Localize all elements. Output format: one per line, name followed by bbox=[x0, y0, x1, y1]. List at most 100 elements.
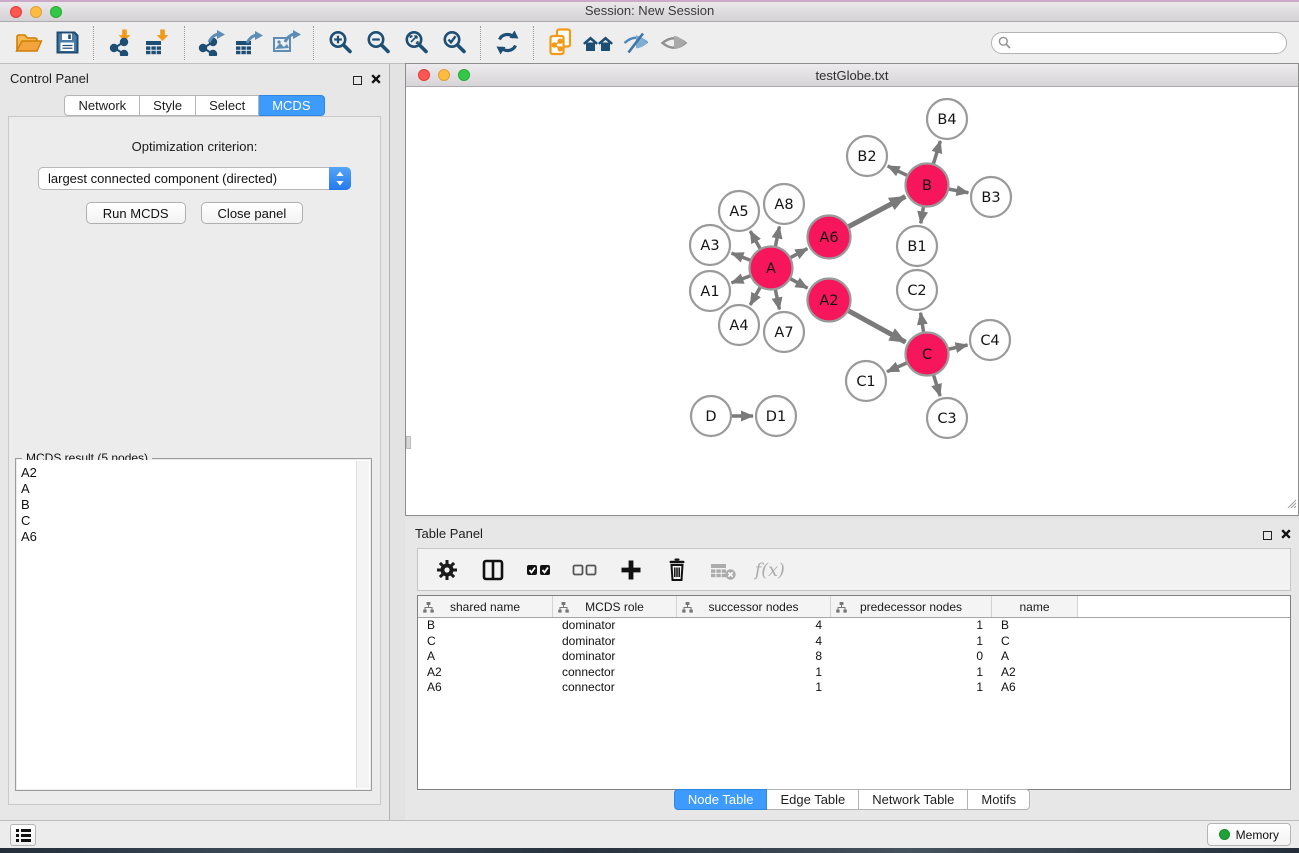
export-image-icon[interactable] bbox=[268, 25, 306, 61]
edge-C-C1[interactable] bbox=[887, 362, 909, 372]
close-panel-icon[interactable] bbox=[371, 71, 381, 89]
network-window-titlebar[interactable]: testGlobe.txt bbox=[406, 64, 1298, 87]
column-header-successor-nodes[interactable]: successor nodes bbox=[677, 596, 831, 617]
node-table[interactable]: shared nameMCDS rolesuccessor nodesprede… bbox=[417, 595, 1291, 790]
zoom-in-icon[interactable] bbox=[321, 25, 359, 61]
import-table-icon[interactable] bbox=[139, 25, 177, 61]
delete-column-icon[interactable] bbox=[662, 555, 692, 585]
node-B3[interactable]: B3 bbox=[971, 177, 1011, 217]
show-panels-icon[interactable] bbox=[655, 25, 693, 61]
resize-grip-icon[interactable] bbox=[1285, 496, 1297, 514]
node-C3[interactable]: C3 bbox=[927, 398, 967, 438]
cell-shared-name[interactable]: A bbox=[418, 649, 553, 665]
tab-mcds[interactable]: MCDS bbox=[259, 95, 324, 116]
tab-node-table[interactable]: Node Table bbox=[674, 789, 768, 810]
edge-C-C3[interactable] bbox=[933, 373, 940, 396]
edge-A-A6[interactable] bbox=[788, 249, 807, 259]
node-C1[interactable]: C1 bbox=[846, 361, 886, 401]
edge-B-B3[interactable] bbox=[946, 189, 968, 193]
select-all-columns-icon[interactable] bbox=[524, 555, 554, 585]
node-B1[interactable]: B1 bbox=[897, 226, 937, 266]
node-B4[interactable]: B4 bbox=[927, 99, 967, 139]
table-row[interactable]: A2connector11A2 bbox=[418, 665, 1290, 681]
edge-A-A3[interactable] bbox=[732, 253, 753, 261]
cell-MCDS-role[interactable]: connector bbox=[553, 665, 677, 681]
float-panel-icon[interactable] bbox=[353, 76, 362, 85]
memory-button[interactable]: Memory bbox=[1207, 823, 1291, 846]
node-C[interactable]: C bbox=[906, 333, 949, 376]
cell-predecessor-nodes[interactable]: 1 bbox=[831, 680, 992, 696]
cell-name[interactable]: A2 bbox=[992, 665, 1078, 681]
edge-A-A7[interactable] bbox=[775, 287, 780, 309]
run-mcds-button[interactable]: Run MCDS bbox=[86, 202, 186, 224]
cell-name[interactable]: B bbox=[992, 618, 1078, 634]
home-view-icon[interactable] bbox=[579, 25, 617, 61]
edge-C-C2[interactable] bbox=[921, 313, 924, 335]
cell-predecessor-nodes[interactable]: 1 bbox=[831, 665, 992, 681]
node-A8[interactable]: A8 bbox=[764, 184, 804, 224]
edge-A-A8[interactable] bbox=[775, 227, 780, 249]
node-C4[interactable]: C4 bbox=[970, 320, 1010, 360]
cell-successor-nodes[interactable]: 4 bbox=[677, 618, 831, 634]
node-A4[interactable]: A4 bbox=[719, 305, 759, 345]
import-network-icon[interactable] bbox=[101, 25, 139, 61]
hide-panels-icon[interactable] bbox=[617, 25, 655, 61]
cell-shared-name[interactable]: C bbox=[418, 634, 553, 650]
node-A2[interactable]: A2 bbox=[808, 279, 851, 322]
column-header-predecessor-nodes[interactable]: predecessor nodes bbox=[831, 596, 992, 617]
float-table-panel-icon[interactable] bbox=[1263, 531, 1272, 540]
node-A1[interactable]: A1 bbox=[690, 271, 730, 311]
edge-A2-C[interactable] bbox=[846, 309, 905, 342]
cell-successor-nodes[interactable]: 1 bbox=[677, 680, 831, 696]
task-history-button[interactable] bbox=[10, 824, 36, 846]
mcds-result-item[interactable]: A6 bbox=[21, 529, 370, 545]
cell-predecessor-nodes[interactable]: 1 bbox=[831, 618, 992, 634]
cell-predecessor-nodes[interactable]: 0 bbox=[831, 649, 992, 665]
mcds-result-item[interactable]: C bbox=[21, 513, 370, 529]
tab-network-table[interactable]: Network Table bbox=[859, 789, 968, 810]
search-input[interactable] bbox=[991, 32, 1287, 54]
column-header-shared-name[interactable]: shared name bbox=[418, 596, 553, 617]
cell-successor-nodes[interactable]: 4 bbox=[677, 634, 831, 650]
cell-shared-name[interactable]: A6 bbox=[418, 680, 553, 696]
node-A7[interactable]: A7 bbox=[764, 312, 804, 352]
edge-A-A5[interactable] bbox=[750, 231, 761, 251]
close-panel-button[interactable]: Close panel bbox=[201, 202, 304, 224]
cell-name[interactable]: A6 bbox=[992, 680, 1078, 696]
close-table-panel-icon[interactable] bbox=[1281, 526, 1291, 544]
column-header-name[interactable]: name bbox=[992, 596, 1078, 617]
node-A3[interactable]: A3 bbox=[690, 225, 730, 265]
copy-network-icon[interactable] bbox=[541, 25, 579, 61]
node-C2[interactable]: C2 bbox=[897, 270, 937, 310]
cell-shared-name[interactable]: B bbox=[418, 618, 553, 634]
mcds-result-item[interactable]: A2 bbox=[21, 465, 370, 481]
cell-MCDS-role[interactable]: dominator bbox=[553, 618, 677, 634]
cell-successor-nodes[interactable]: 1 bbox=[677, 665, 831, 681]
refresh-layout-icon[interactable] bbox=[488, 25, 526, 61]
node-B[interactable]: B bbox=[906, 164, 949, 207]
tab-edge-table[interactable]: Edge Table bbox=[767, 789, 859, 810]
cell-name[interactable]: C bbox=[992, 634, 1078, 650]
edge-A6-B[interactable] bbox=[846, 196, 905, 227]
splitter-grip[interactable] bbox=[406, 436, 411, 449]
unselect-all-columns-icon[interactable] bbox=[570, 555, 600, 585]
open-file-icon[interactable] bbox=[10, 25, 48, 61]
tab-network[interactable]: Network bbox=[64, 95, 140, 116]
table-row[interactable]: Adominator80A bbox=[418, 649, 1290, 665]
edge-C-C4[interactable] bbox=[946, 345, 968, 350]
column-header-MCDS-role[interactable]: MCDS role bbox=[553, 596, 677, 617]
edge-B-B4[interactable] bbox=[933, 141, 941, 166]
table-row[interactable]: A6connector11A6 bbox=[418, 680, 1290, 696]
mcds-result-item[interactable]: B bbox=[21, 497, 370, 513]
zoom-fit-icon[interactable] bbox=[397, 25, 435, 61]
cell-successor-nodes[interactable]: 8 bbox=[677, 649, 831, 665]
cell-name[interactable]: A bbox=[992, 649, 1078, 665]
tab-select[interactable]: Select bbox=[196, 95, 259, 116]
split-columns-icon[interactable] bbox=[478, 555, 508, 585]
node-A5[interactable]: A5 bbox=[719, 191, 759, 231]
add-column-icon[interactable] bbox=[616, 555, 646, 585]
cell-MCDS-role[interactable]: dominator bbox=[553, 634, 677, 650]
criterion-select[interactable]: largest connected component (directed) bbox=[38, 167, 351, 190]
edge-A-A1[interactable] bbox=[732, 275, 753, 283]
mcds-result-item[interactable]: A bbox=[21, 481, 370, 497]
